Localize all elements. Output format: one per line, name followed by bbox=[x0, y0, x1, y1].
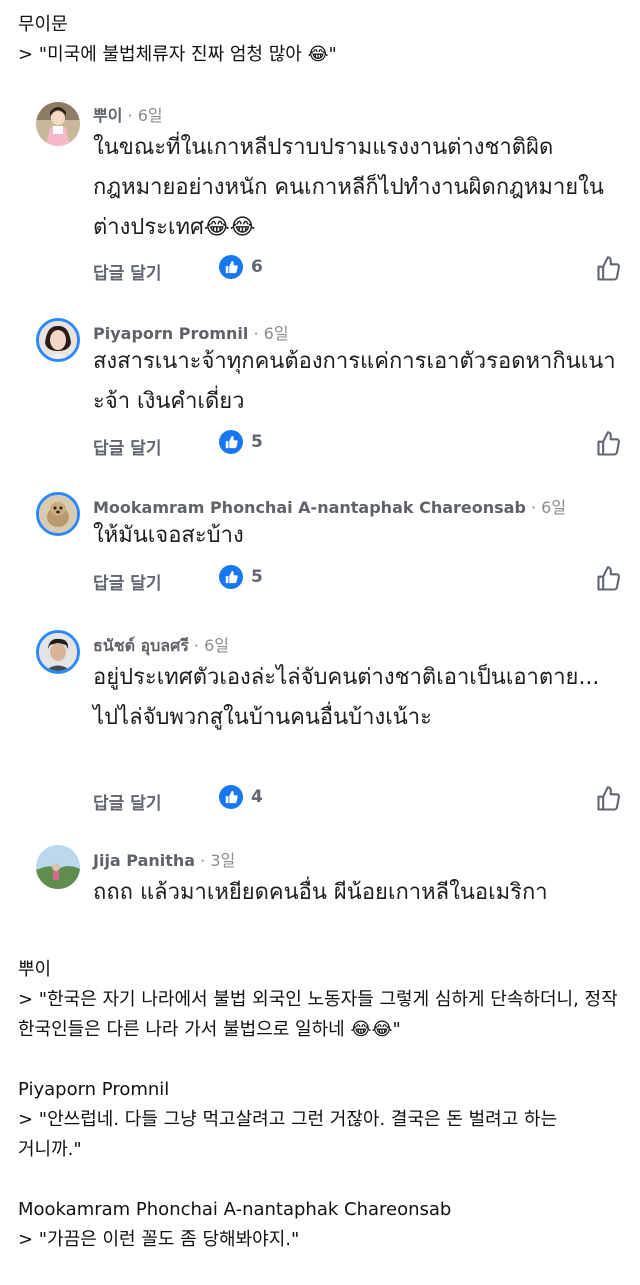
comment-text: อยู่ประเทศตัวเองล่ะไล่จับคนต่างชาติเอาเป… bbox=[93, 665, 600, 730]
comment-author[interactable]: 뿌이 bbox=[93, 106, 122, 125]
like-count: 4 bbox=[251, 787, 263, 807]
comment-author[interactable]: Piyaporn Promnil bbox=[93, 324, 248, 343]
thumbs-up-icon bbox=[597, 566, 620, 591]
comment-5: Jija Panitha · 3일 ถถถ แล้วมาเหยียดคนอื่น… bbox=[36, 845, 620, 950]
comment-author[interactable]: Jija Panitha bbox=[93, 851, 195, 870]
like-reaction-icon bbox=[219, 430, 243, 454]
avatar[interactable] bbox=[36, 318, 80, 362]
reaction-summary[interactable]: 6 bbox=[219, 255, 263, 279]
comment-header: ธนัชต์ อุบลศรี · 6일 bbox=[93, 632, 229, 659]
like-count: 5 bbox=[251, 567, 263, 587]
like-count: 6 bbox=[251, 257, 263, 277]
comment-time: · 6일 bbox=[188, 636, 230, 655]
reply-button[interactable]: 답글 달기 bbox=[93, 789, 161, 814]
like-button[interactable] bbox=[595, 430, 623, 458]
reply-button[interactable]: 답글 달기 bbox=[93, 259, 161, 284]
comment-author[interactable]: ธนัชต์ อุบลศรี bbox=[93, 636, 189, 655]
translation-quote: > "한국은 자기 나라에서 불법 외국인 노동자들 그렇게 심하게 단속하더니… bbox=[18, 989, 618, 1040]
post-quote: > "미국에 불법체류자 진짜 엄청 많아 😂" bbox=[18, 44, 337, 65]
thumbs-up-icon bbox=[597, 786, 620, 811]
comment-text: สงสารเนาะจ้าทุกคนต้องการแค่การเอาตัวรอดห… bbox=[93, 349, 616, 414]
like-reaction-icon bbox=[219, 565, 243, 589]
comment-time: · 3일 bbox=[195, 851, 236, 870]
comment-actions: 답글 달기 4 bbox=[93, 785, 623, 815]
translation-quote: > "안쓰럽네. 다들 그냥 먹고살려고 그런 거잖아. 결국은 돈 벌려고 하… bbox=[18, 1109, 558, 1160]
comment-text: ในขณะที่ในเกาหลีปราบปรามแรงงานต่างชาติผิ… bbox=[93, 135, 604, 240]
translation-author: Mookamram Phonchai A-nantaphak Chareonsa… bbox=[18, 1199, 452, 1220]
comment-author[interactable]: Mookamram Phonchai A-nantaphak Chareonsa… bbox=[93, 498, 526, 517]
comment-header: Mookamram Phonchai A-nantaphak Chareonsa… bbox=[93, 494, 566, 518]
translation-quote: > "가끔은 이런 꼴도 좀 당해봐야지." bbox=[18, 1229, 300, 1250]
translation-item: Mookamram Phonchai A-nantaphak Chareonsa… bbox=[18, 1195, 623, 1255]
comment-text: ให้มันเจอสะบ้าง bbox=[93, 523, 244, 548]
comment-3: Mookamram Phonchai A-nantaphak Chareonsa… bbox=[36, 492, 620, 597]
reaction-summary[interactable]: 5 bbox=[219, 565, 263, 589]
comment-actions: 답글 달기 6 bbox=[93, 255, 623, 285]
avatar[interactable] bbox=[36, 492, 80, 536]
reply-button[interactable]: 답글 달기 bbox=[93, 569, 161, 594]
comment-time: · 6일 bbox=[525, 498, 567, 517]
reaction-summary[interactable]: 4 bbox=[219, 785, 263, 809]
thumbs-up-icon bbox=[597, 256, 620, 281]
comment-header: Jija Panitha · 3일 bbox=[93, 847, 235, 871]
translation-item: Piyaporn Promnil > "안쓰럽네. 다들 그냥 먹고살려고 그런… bbox=[18, 1075, 623, 1165]
avatar[interactable] bbox=[36, 102, 80, 146]
like-reaction-icon bbox=[219, 785, 243, 809]
translation-author: Piyaporn Promnil bbox=[18, 1079, 170, 1100]
avatar[interactable] bbox=[36, 630, 80, 674]
post-header: 무이문 > "미국에 불법체류자 진짜 엄청 많아 😂" bbox=[18, 10, 337, 70]
reply-button[interactable]: 답글 달기 bbox=[93, 434, 161, 459]
like-count: 5 bbox=[251, 432, 263, 452]
comment-header: Piyaporn Promnil · 6일 bbox=[93, 320, 289, 344]
comment-time: · 6일 bbox=[122, 106, 163, 125]
comment-header: 뿌이 · 6일 bbox=[93, 102, 163, 126]
like-button[interactable] bbox=[595, 255, 623, 283]
comment-4: ธนัชต์ อุบลศรี · 6일 อยู่ประเทศตัวเองล่ะไ… bbox=[36, 630, 620, 815]
reaction-summary[interactable]: 5 bbox=[219, 430, 263, 454]
like-reaction-icon bbox=[219, 255, 243, 279]
comment-1: 뿌이 · 6일 ในขณะที่ในเกาหลีปราบปรามแรงงานต่… bbox=[36, 100, 620, 285]
thumbs-up-icon bbox=[597, 431, 620, 456]
comment-text: ถถถ แล้วมาเหยียดคนอื่น ผีน้อยเกาหลีในอเม… bbox=[93, 880, 548, 905]
like-button[interactable] bbox=[595, 565, 623, 593]
comment-time: · 6일 bbox=[248, 324, 289, 343]
comment-actions: 답글 달기 5 bbox=[93, 430, 623, 460]
translation-author: 뿌이 bbox=[18, 959, 52, 980]
translation-item: 뿌이 > "한국은 자기 나라에서 불법 외국인 노동자들 그렇게 심하게 단속… bbox=[18, 955, 623, 1045]
post-author: 무이문 bbox=[18, 14, 68, 35]
like-button[interactable] bbox=[595, 785, 623, 813]
avatar[interactable] bbox=[36, 845, 80, 889]
translation-block: 뿌이 > "한국은 자기 나라에서 불법 외국인 노동자들 그렇게 심하게 단속… bbox=[18, 955, 623, 1285]
comment-2: Piyaporn Promnil · 6일 สงสารเนาะจ้าทุกคนต… bbox=[36, 318, 620, 463]
comment-actions: 답글 달기 5 bbox=[93, 565, 623, 595]
